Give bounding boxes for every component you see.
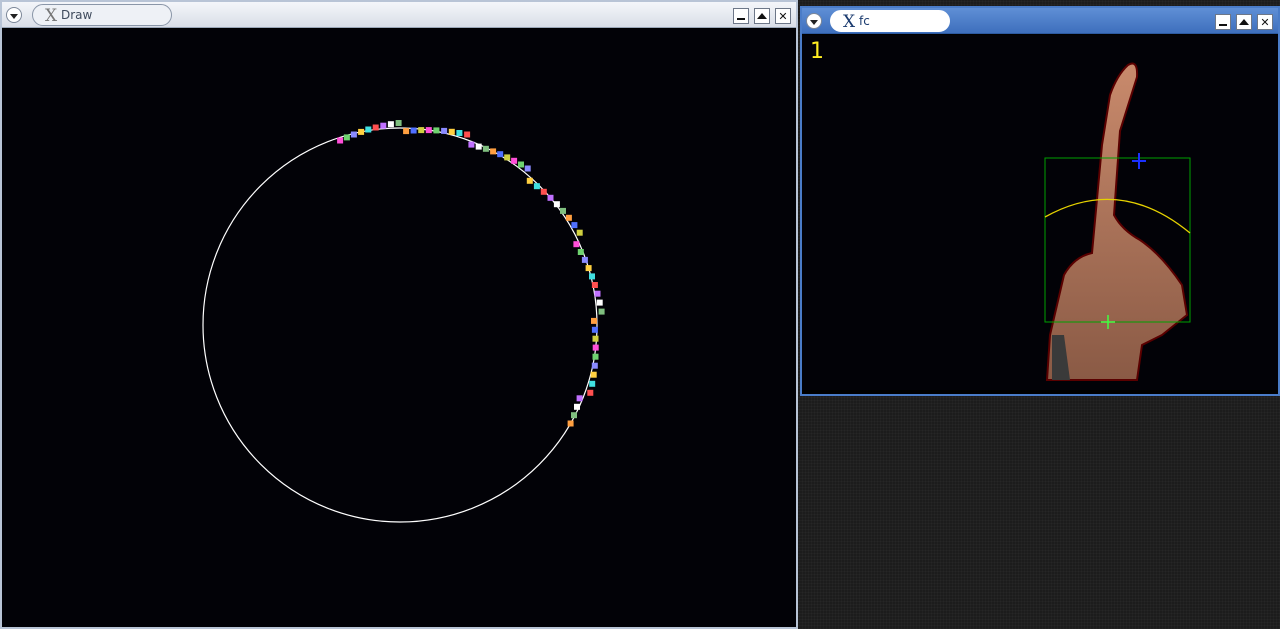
stroke-point	[350, 131, 357, 138]
window-title: Draw	[61, 8, 93, 22]
stroke-point	[518, 161, 524, 168]
stroke-point	[591, 317, 597, 324]
stroke-points	[337, 120, 605, 427]
stroke-point	[490, 148, 497, 155]
stroke-point	[589, 273, 595, 280]
minimize-icon[interactable]	[733, 8, 749, 24]
draw-canvas[interactable]	[2, 29, 796, 627]
stroke-point	[482, 145, 489, 152]
stroke-point	[425, 127, 432, 134]
maximize-icon[interactable]	[1236, 14, 1252, 30]
hand-image	[1045, 62, 1189, 381]
stroke-point	[577, 249, 584, 255]
stroke-point	[526, 177, 533, 184]
stroke-point	[468, 141, 475, 148]
stroke-point	[372, 124, 379, 131]
stroke-point	[410, 127, 417, 134]
stroke-point	[567, 420, 574, 427]
stroke-point	[524, 165, 531, 172]
draw-title-pill: X Draw	[32, 4, 172, 26]
drawing-surface	[202, 120, 605, 523]
stroke-point	[418, 127, 425, 134]
stroke-point	[441, 127, 448, 134]
stroke-point	[592, 353, 599, 360]
draw-window: X Draw	[0, 0, 798, 629]
stroke-point	[504, 154, 511, 161]
stroke-point	[380, 122, 387, 129]
fc-window: X fc 1	[800, 6, 1280, 396]
stroke-point	[571, 412, 577, 419]
stroke-point	[547, 194, 554, 201]
window-menu-icon[interactable]	[6, 7, 22, 23]
stroke-point	[456, 130, 463, 136]
close-icon[interactable]	[775, 8, 791, 24]
stroke-point	[589, 380, 596, 387]
stroke-point	[585, 265, 592, 272]
stroke-point	[591, 362, 598, 369]
fc-titlebar[interactable]: X fc	[802, 8, 1278, 34]
stroke-point	[592, 344, 599, 351]
stroke-point	[591, 326, 598, 333]
camera-view: 1	[802, 35, 1278, 390]
stroke-point	[403, 128, 410, 135]
x-logo-icon: X	[843, 12, 856, 32]
stroke-point	[343, 134, 350, 141]
finger-count: 1	[810, 39, 824, 64]
tracking-overlay	[1044, 62, 1191, 381]
minimize-icon[interactable]	[1215, 14, 1231, 30]
stroke-point	[581, 256, 588, 263]
draw-titlebar[interactable]: X Draw	[2, 2, 796, 28]
stroke-point	[464, 131, 471, 138]
stroke-point	[590, 371, 597, 378]
stroke-point	[511, 157, 518, 164]
stroke-point	[573, 241, 580, 248]
stroke-point	[497, 151, 504, 158]
window-title: fc	[859, 14, 870, 28]
stroke-point	[576, 229, 583, 236]
fc-title-pill: X fc	[830, 10, 950, 32]
stroke-point	[560, 207, 566, 214]
stroke-point	[395, 120, 402, 126]
stroke-point	[448, 128, 455, 135]
stroke-point	[433, 127, 440, 134]
stroke-point	[358, 128, 365, 135]
window-menu-icon[interactable]	[806, 13, 822, 29]
stroke-point	[576, 395, 583, 402]
stroke-point	[337, 137, 344, 144]
x-logo-icon: X	[45, 6, 58, 26]
stroke-point	[540, 188, 547, 195]
stroke-point	[594, 290, 601, 297]
stroke-point	[565, 214, 572, 221]
stroke-point	[533, 183, 540, 190]
stroke-point	[587, 389, 594, 396]
stroke-point	[598, 308, 605, 315]
stroke-point	[365, 126, 372, 133]
stroke-point	[592, 335, 599, 342]
stroke-point	[571, 222, 578, 229]
stroke-point	[475, 143, 482, 150]
stroke-point	[574, 403, 580, 410]
stroke-point	[387, 121, 394, 128]
fingertip-marker	[1132, 153, 1146, 169]
close-icon[interactable]	[1257, 14, 1273, 30]
stroke-point	[591, 282, 598, 288]
stroke-point	[553, 201, 560, 208]
maximize-icon[interactable]	[754, 8, 770, 24]
stroke-point	[596, 299, 603, 306]
